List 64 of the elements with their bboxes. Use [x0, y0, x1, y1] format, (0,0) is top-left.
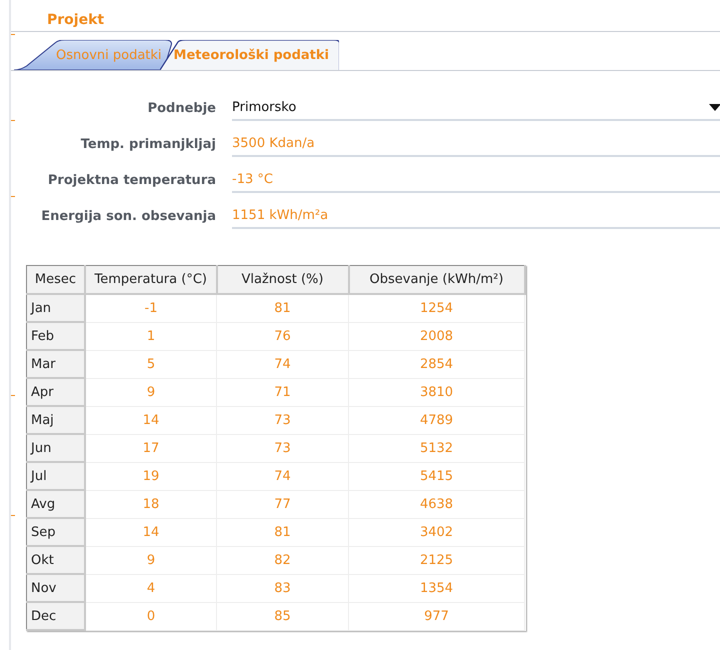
row-header: Feb [26, 322, 85, 350]
table-cell: -1 [85, 294, 216, 322]
table-cell: 3402 [348, 518, 524, 546]
field-label: Energija son. obsevanja [40, 208, 216, 224]
table-cell: 81 [216, 294, 348, 322]
dropdown[interactable]: Primorsko [232, 95, 720, 121]
table-cell: 73 [216, 434, 348, 462]
table-cell: 76 [216, 322, 348, 350]
table-cell: 81 [216, 518, 348, 546]
table-cell: 85 [216, 602, 348, 630]
table-cell: 1354 [348, 574, 524, 602]
table-cell: 74 [216, 462, 348, 490]
table-cell: 82 [216, 546, 348, 574]
table-cell: 74 [216, 350, 348, 378]
table-cell: 83 [216, 574, 348, 602]
table-cell: 4638 [348, 490, 524, 518]
field-label: Podnebje [146, 100, 216, 116]
table-cell: 5 [85, 350, 216, 378]
table-cell: 3810 [348, 378, 524, 406]
row-header: Sep [26, 518, 85, 546]
table-cell: 4 [85, 574, 216, 602]
table-cell: 1 [85, 322, 216, 350]
table-cell: 71 [216, 378, 348, 406]
table-cell: 2008 [348, 322, 524, 350]
table-cell: 18 [85, 490, 216, 518]
row-header: Okt [26, 546, 85, 574]
row-header: Maj [26, 406, 85, 434]
tab[interactable]: Osnovni podatki [14, 40, 172, 70]
column-header: Obsevanje (kWh/m²) [348, 266, 524, 294]
column-header: Vlažnost (%) [216, 266, 348, 294]
dropdown-arrow-icon [709, 104, 720, 110]
input-field[interactable]: 3500 Kdan/a [232, 131, 720, 157]
row-header: Jan [26, 294, 85, 322]
table-cell: 977 [348, 602, 524, 630]
table-cell: 9 [85, 378, 216, 406]
table-cell: 9 [85, 546, 216, 574]
row-header: Mar [26, 350, 85, 378]
input-field[interactable]: 1151 kWh/m²a [232, 203, 720, 229]
row-header: Jul [26, 462, 85, 490]
row-header: Jun [26, 434, 85, 462]
table-cell: 77 [216, 490, 348, 518]
table-cell: 5132 [348, 434, 524, 462]
table-cell: 14 [85, 406, 216, 434]
tab[interactable]: Meteorološki podatki [160, 40, 339, 70]
row-header: Dec [26, 602, 85, 630]
table-cell: 1254 [348, 294, 524, 322]
table-cell: 5415 [348, 462, 524, 490]
row-header: Avg [26, 490, 85, 518]
row-header: Nov [26, 574, 85, 602]
table-cell: 17 [85, 434, 216, 462]
table-cell: 0 [85, 602, 216, 630]
field-label: Projektna temperatura [46, 172, 216, 188]
table-cell: 4789 [348, 406, 524, 434]
table-cell: 14 [85, 518, 216, 546]
table-cell: 2854 [348, 350, 524, 378]
table-cell: 2125 [348, 546, 524, 574]
section-title: Projekt [11, 0, 720, 32]
row-header: Apr [26, 378, 85, 406]
field-label: Temp. primanjkljaj [80, 136, 216, 152]
table-cell: 19 [85, 462, 216, 490]
column-header: Temperatura (°C) [85, 266, 216, 294]
column-header: Mesec [26, 266, 85, 294]
input-field[interactable]: -13 °C [232, 167, 720, 193]
table-cell: 73 [216, 406, 348, 434]
